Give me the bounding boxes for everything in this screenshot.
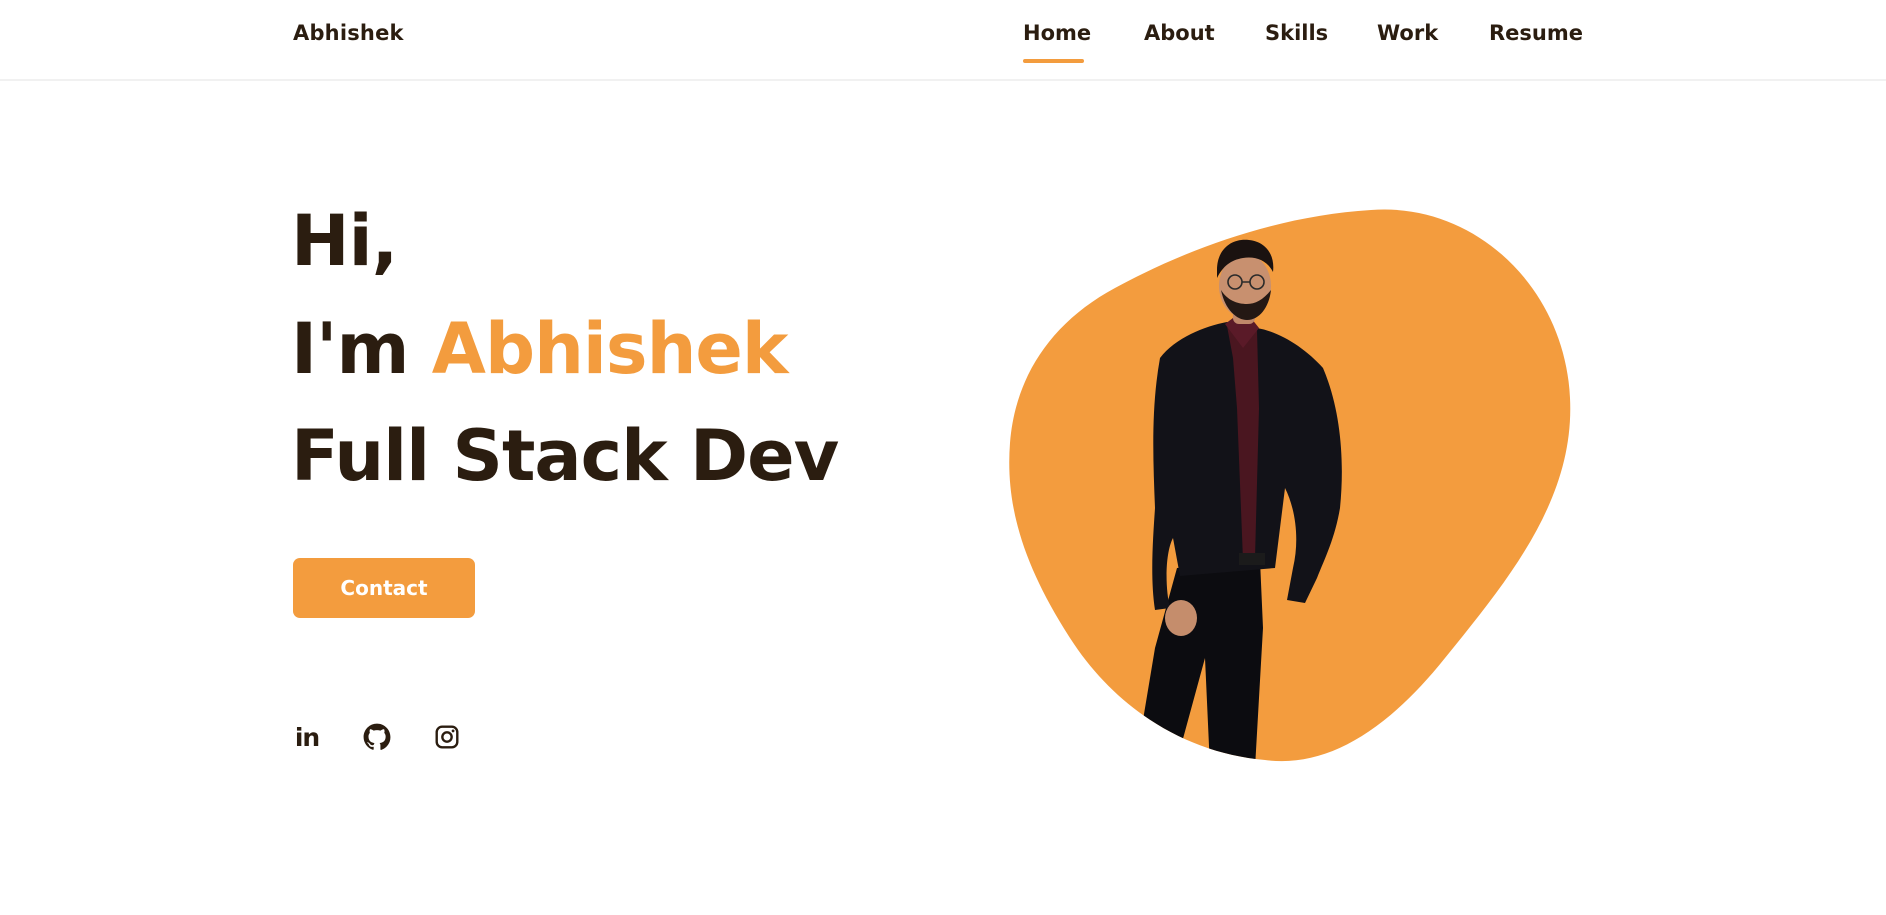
hero-image	[1005, 208, 1575, 763]
nav-skills[interactable]: Skills	[1265, 21, 1328, 45]
hero-greeting: Hi,	[291, 200, 398, 282]
linkedin-link[interactable]: in	[292, 722, 322, 752]
hero-intro: I'm Abhishek	[291, 314, 788, 384]
hero-role: Full Stack Dev	[291, 415, 839, 497]
instagram-link[interactable]	[432, 722, 462, 752]
contact-button[interactable]: Contact	[293, 558, 475, 618]
github-link[interactable]	[362, 722, 392, 752]
nav-home[interactable]: Home	[1023, 21, 1091, 63]
main-nav: Home About Skills Work Resume	[0, 21, 1886, 71]
nav-about[interactable]: About	[1144, 21, 1215, 45]
hero-blob	[1009, 209, 1571, 762]
linkedin-icon: in	[294, 722, 320, 752]
github-icon	[363, 723, 391, 750]
hero-name: Abhishek	[431, 308, 789, 390]
hero-intro-prefix: I'm	[291, 308, 409, 390]
site-header: Abhishek Home About Skills Work Resume	[0, 0, 1886, 81]
nav-work[interactable]: Work	[1377, 21, 1438, 45]
instagram-icon	[435, 725, 459, 749]
nav-resume[interactable]: Resume	[1489, 21, 1583, 45]
